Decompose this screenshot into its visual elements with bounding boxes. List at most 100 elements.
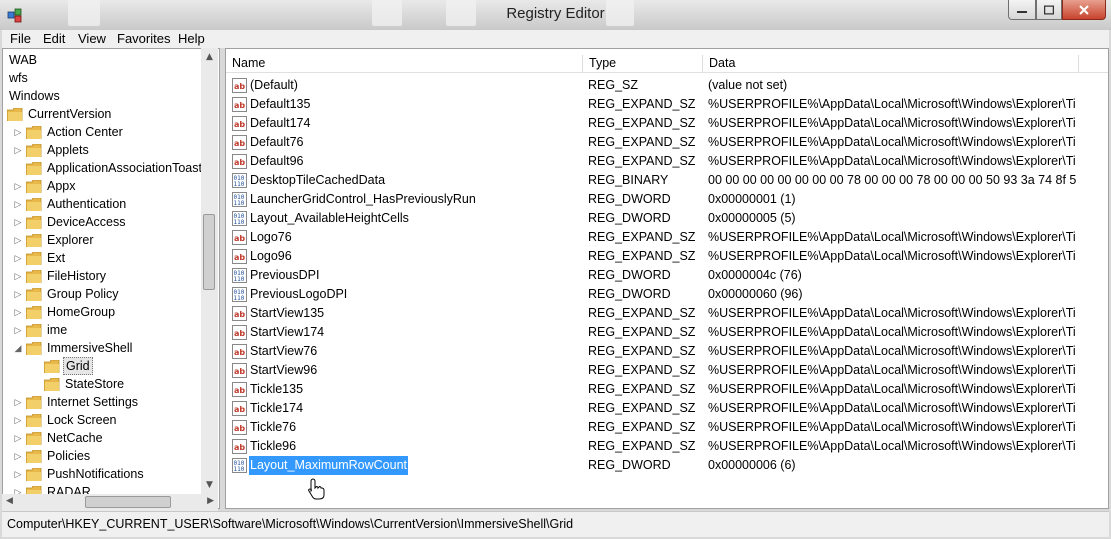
value-name: Tickle135 <box>250 382 304 396</box>
value-type: REG_EXPAND_SZ <box>588 249 696 263</box>
folder-icon <box>25 161 42 176</box>
table-row[interactable]: ab Logo76 REG_EXPAND_SZ %USERPROFILE%\AppDa… <box>226 228 1108 247</box>
expander-arrow-icon[interactable]: ▷ <box>13 213 23 231</box>
tree-item-label: DeviceAccess <box>47 215 126 229</box>
expander-arrow-icon[interactable]: ▷ <box>13 465 23 483</box>
menu-help[interactable]: Help <box>178 31 205 46</box>
table-row[interactable]: ab Tickle76 REG_EXPAND_SZ %USERPROFILE%\App… <box>226 418 1108 437</box>
column-header-data[interactable]: Data <box>703 53 1078 73</box>
menu-favorites[interactable]: Favorites <box>117 31 170 46</box>
value-data: 00 00 00 00 00 00 00 00 78 00 00 00 78 0… <box>708 173 1076 187</box>
value-data: %USERPROFILE%\AppData\Local\Microsoft\Wi… <box>708 97 1076 111</box>
scroll-thumb[interactable] <box>203 214 215 290</box>
expander-arrow-icon[interactable]: ◢ <box>13 339 23 357</box>
table-row[interactable]: ab Tickle174 REG_EXPAND_SZ %USERPROFILE%\Ap… <box>226 399 1108 418</box>
tree-item-label: FileHistory <box>47 269 107 283</box>
svg-text:ab: ab <box>234 139 245 148</box>
table-row[interactable]: 010 110 Layout_MaximumRowCount REG_DWORD 0x0… <box>226 456 1108 475</box>
expander-arrow-icon[interactable]: ▷ <box>13 123 23 141</box>
expander-arrow-icon[interactable]: ▷ <box>13 447 23 465</box>
expander-arrow-icon[interactable]: ▷ <box>13 321 23 339</box>
column-header-type[interactable]: Type <box>583 53 702 73</box>
value-name: Tickle96 <box>250 439 297 453</box>
expander-arrow-icon[interactable]: ▷ <box>13 393 23 411</box>
value-name: Layout_MaximumRowCount <box>249 456 409 475</box>
menu-edit[interactable]: Edit <box>43 31 65 46</box>
expander-arrow-icon[interactable]: ▷ <box>13 285 23 303</box>
table-row[interactable]: 010 110 DesktopTileCachedData REG_BINARY 00 … <box>226 171 1108 190</box>
value-data: %USERPROFILE%\AppData\Local\Microsoft\Wi… <box>708 363 1076 377</box>
binary-value-icon: 010 110 <box>232 192 247 207</box>
value-data: 0x0000004c (76) <box>708 268 802 282</box>
string-value-icon: ab <box>232 363 247 378</box>
svg-text:ab: ab <box>234 329 245 338</box>
value-name: StartView96 <box>250 363 318 377</box>
scroll-thumb[interactable] <box>85 496 171 508</box>
value-name: Tickle174 <box>250 401 304 415</box>
close-button[interactable] <box>1062 0 1106 20</box>
minimize-button[interactable] <box>1008 0 1036 20</box>
column-divider[interactable] <box>1078 55 1079 72</box>
values-list: Name Type Data ab (Default) REG_SZ (value n… <box>225 48 1109 509</box>
scroll-up-arrow-icon[interactable]: ▲ <box>201 52 218 62</box>
scroll-left-arrow-icon[interactable]: ◀ <box>6 496 13 506</box>
value-data: %USERPROFILE%\AppData\Local\Microsoft\Wi… <box>708 344 1076 358</box>
expander-arrow-icon[interactable]: ▷ <box>13 303 23 321</box>
table-row[interactable]: 010 110 PreviousDPI REG_DWORD 0x0000004c (76… <box>226 266 1108 285</box>
folder-icon <box>25 323 42 338</box>
table-row[interactable]: ab StartView96 REG_EXPAND_SZ %USERPROFILE%\… <box>226 361 1108 380</box>
table-row[interactable]: 010 110 LauncherGridControl_HasPreviouslyR… <box>226 190 1108 209</box>
table-row[interactable]: 010 110 PreviousLogoDPI REG_DWORD 0x00000060… <box>226 285 1108 304</box>
table-row[interactable]: ab Default135 REG_EXPAND_SZ %USERPROFILE%\A… <box>226 95 1108 114</box>
folder-icon <box>43 377 60 392</box>
tree-item-label: HomeGroup <box>47 305 116 319</box>
window-title: Registry Editor <box>506 5 605 22</box>
table-row[interactable]: ab (Default) REG_SZ (value not set) <box>226 76 1108 95</box>
tree-item-label: Applets <box>47 143 89 157</box>
svg-text:ab: ab <box>234 158 245 167</box>
expander-arrow-icon[interactable]: ▷ <box>13 141 23 159</box>
expander-arrow-icon[interactable]: ▷ <box>13 411 23 429</box>
expander-arrow-icon[interactable]: ▷ <box>13 177 23 195</box>
expander-arrow-icon[interactable]: ▷ <box>13 195 23 213</box>
table-row[interactable]: 010 110 Layout_AvailableHeightCells REG_DWO… <box>226 209 1108 228</box>
tree-item-label: Action Center <box>47 125 123 139</box>
expander-arrow-icon[interactable]: ▷ <box>13 429 23 447</box>
table-row[interactable]: ab StartView174 REG_EXPAND_SZ %USERPROFILE%… <box>226 323 1108 342</box>
table-row[interactable]: ab Default76 REG_EXPAND_SZ %USERPROFILE%\Ap… <box>226 133 1108 152</box>
string-value-icon: ab <box>232 306 247 321</box>
folder-icon <box>25 197 42 212</box>
value-type: REG_EXPAND_SZ <box>588 382 696 396</box>
table-row[interactable]: ab Default174 REG_EXPAND_SZ %USERPROFILE%\A… <box>226 114 1108 133</box>
scroll-down-arrow-icon[interactable]: ▼ <box>201 480 218 490</box>
expander-arrow-icon[interactable]: ▷ <box>13 231 23 249</box>
menu-view[interactable]: View <box>78 31 106 46</box>
value-type: REG_EXPAND_SZ <box>588 325 696 339</box>
maximize-button[interactable] <box>1036 0 1062 20</box>
table-row[interactable]: ab Default96 REG_EXPAND_SZ %USERPROFILE%\Ap… <box>226 152 1108 171</box>
table-row[interactable]: ab Logo96 REG_EXPAND_SZ %USERPROFILE%\AppDa… <box>226 247 1108 266</box>
value-data: 0x00000006 (6) <box>708 458 796 472</box>
svg-text:110: 110 <box>234 200 245 207</box>
string-value-icon: ab <box>232 116 247 131</box>
tree-item-label: ApplicationAssociationToasts <box>47 161 209 175</box>
tree-vertical-scrollbar[interactable]: ▲ ▼ <box>201 48 218 494</box>
expander-arrow-icon[interactable]: ▷ <box>13 249 23 267</box>
binary-value-icon: 010 110 <box>232 287 247 302</box>
tree-item-label: Windows <box>9 89 60 103</box>
scroll-right-arrow-icon[interactable]: ▶ <box>207 496 214 506</box>
value-type: REG_EXPAND_SZ <box>588 135 696 149</box>
folder-icon <box>25 179 42 194</box>
column-header-name[interactable]: Name <box>226 53 582 73</box>
table-row[interactable]: ab Tickle96 REG_EXPAND_SZ %USERPROFILE%\App… <box>226 437 1108 456</box>
menu-file[interactable]: File <box>10 31 31 46</box>
table-row[interactable]: ab StartView76 REG_EXPAND_SZ %USERPROFILE%\… <box>226 342 1108 361</box>
tree-horizontal-scrollbar[interactable]: ◀ ▶ <box>2 494 218 511</box>
value-type: REG_EXPAND_SZ <box>588 97 696 111</box>
tree-item-label: ImmersiveShell <box>47 341 133 355</box>
value-data: %USERPROFILE%\AppData\Local\Microsoft\Wi… <box>708 154 1076 168</box>
table-row[interactable]: ab StartView135 REG_EXPAND_SZ %USERPROFILE%… <box>226 304 1108 323</box>
table-row[interactable]: ab Tickle135 REG_EXPAND_SZ %USERPROFILE%\Ap… <box>226 380 1108 399</box>
folder-icon <box>25 287 42 302</box>
expander-arrow-icon[interactable]: ▷ <box>13 267 23 285</box>
